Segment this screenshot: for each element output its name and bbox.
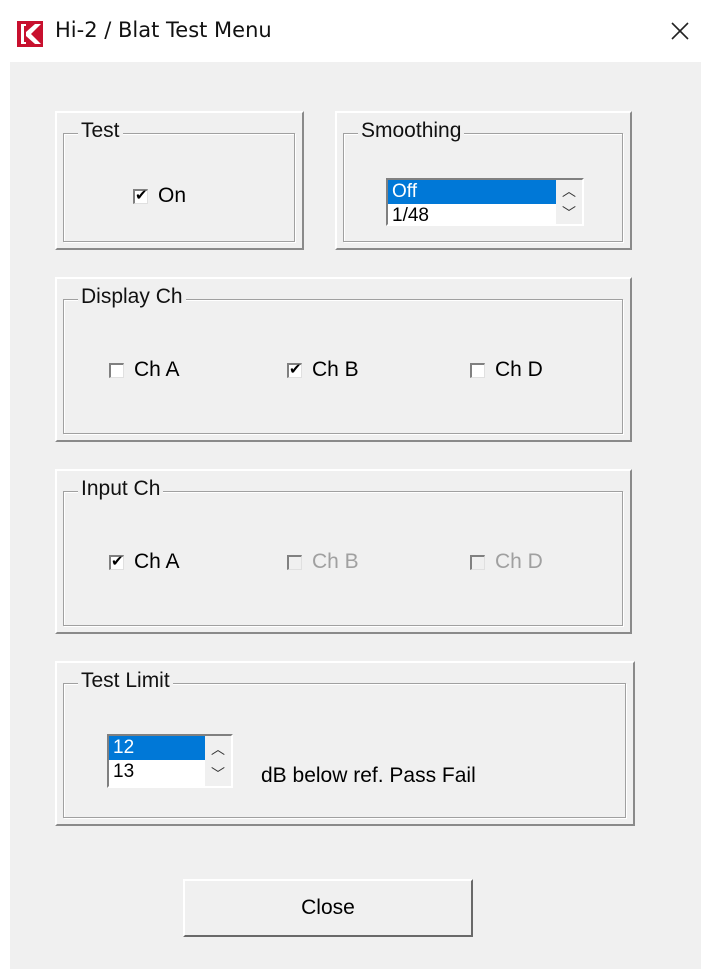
smoothing-option-off[interactable]: Off — [388, 180, 582, 204]
smoothing-panel: Smoothing Off 1/48 ︿ ﹀ — [335, 111, 632, 250]
chevron-up-icon[interactable]: ︿ — [205, 736, 231, 761]
smoothing-legend: Smoothing — [358, 119, 465, 143]
input-ch-d-label: Ch D — [495, 550, 543, 573]
input-ch-panel: Input Ch Ch A Ch B Ch D — [55, 469, 632, 634]
close-button[interactable]: Close — [183, 879, 473, 937]
checkbox-box — [287, 554, 302, 570]
display-ch-b-checkbox[interactable]: Ch B — [287, 358, 359, 382]
display-ch-b-label: Ch B — [312, 358, 359, 381]
display-ch-d-label: Ch D — [495, 358, 543, 381]
checkbox-box — [470, 554, 485, 570]
input-ch-a-checkbox[interactable]: Ch A — [109, 550, 180, 574]
test-limit-spin: ︿ ﹀ — [205, 736, 231, 786]
test-limit-unit-text: dB below ref. Pass Fail — [261, 764, 476, 787]
test-limit-panel: Test Limit 12 13 ︿ ﹀ dB below ref. Pass … — [55, 661, 635, 826]
smoothing-option-1-48[interactable]: 1/48 — [388, 204, 582, 224]
chevron-down-icon[interactable]: ﹀ — [205, 761, 231, 786]
checkbox-box[interactable] — [470, 362, 485, 378]
smoothing-listbox[interactable]: Off 1/48 ︿ ﹀ — [386, 178, 584, 226]
input-ch-d-checkbox: Ch D — [470, 550, 543, 574]
display-ch-d-checkbox[interactable]: Ch D — [470, 358, 543, 382]
display-ch-a-label: Ch A — [134, 358, 180, 381]
input-ch-a-label: Ch A — [134, 550, 180, 573]
test-limit-legend: Test Limit — [78, 669, 173, 693]
window-title: Hi-2 / Blat Test Menu — [55, 18, 272, 42]
test-on-checkbox[interactable]: On — [133, 184, 186, 208]
checkbox-box[interactable] — [287, 360, 302, 378]
input-ch-b-label: Ch B — [312, 550, 359, 573]
close-window-icon[interactable] — [665, 16, 695, 46]
chevron-down-icon[interactable]: ﹀ — [556, 202, 582, 224]
app-logo-icon — [17, 21, 43, 47]
checkbox-box[interactable] — [133, 186, 148, 204]
display-ch-legend: Display Ch — [78, 285, 186, 309]
test-on-label: On — [158, 184, 187, 207]
display-ch-panel: Display Ch Ch A Ch B Ch D — [55, 277, 632, 442]
input-ch-legend: Input Ch — [78, 477, 164, 501]
chevron-up-icon[interactable]: ︿ — [556, 180, 582, 202]
checkbox-box[interactable] — [109, 552, 124, 570]
input-ch-b-checkbox: Ch B — [287, 550, 359, 574]
test-limit-listbox[interactable]: 12 13 ︿ ﹀ — [107, 734, 233, 788]
smoothing-spin: ︿ ﹀ — [556, 180, 582, 224]
test-legend: Test — [78, 119, 123, 143]
test-panel: Test On — [55, 111, 304, 250]
checkbox-box[interactable] — [109, 362, 124, 378]
display-ch-a-checkbox[interactable]: Ch A — [109, 358, 180, 382]
title-bar: Hi-2 / Blat Test Menu — [0, 0, 701, 62]
